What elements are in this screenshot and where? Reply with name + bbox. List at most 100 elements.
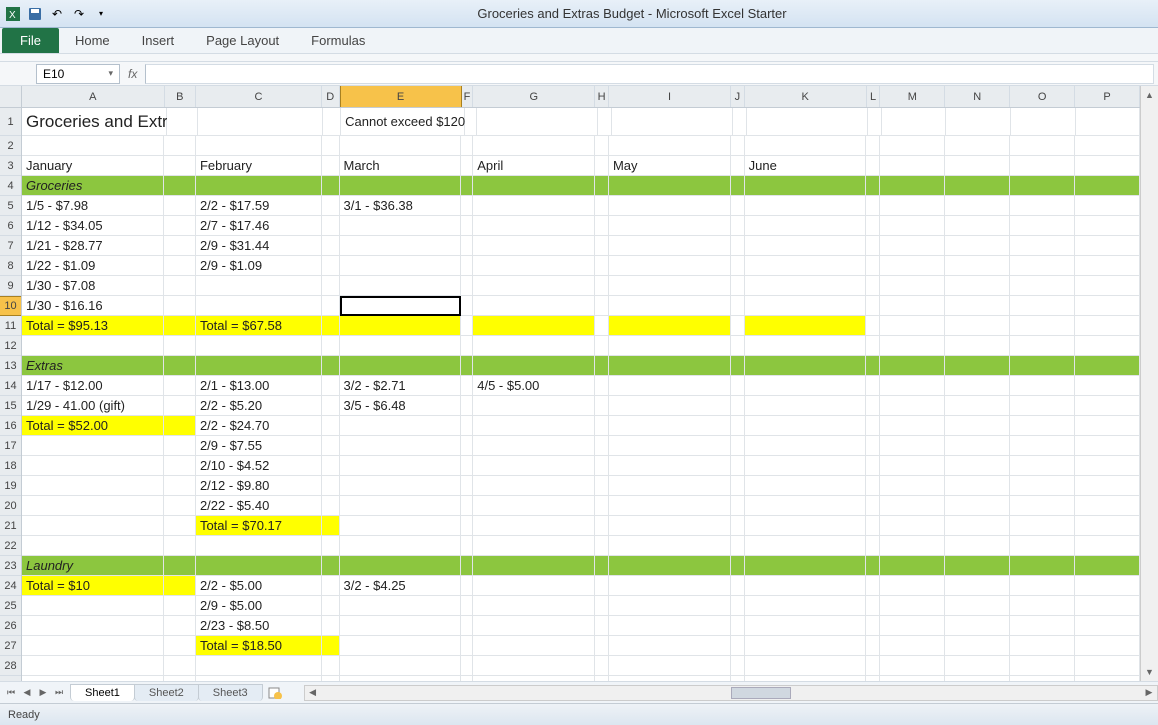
cell-F29[interactable] [461, 676, 473, 681]
cell-L22[interactable] [866, 536, 880, 556]
cell-B10[interactable] [164, 296, 196, 316]
cell-A21[interactable] [22, 516, 164, 536]
cell-J3[interactable] [731, 156, 745, 176]
cell-L3[interactable] [866, 156, 880, 176]
cell-E4[interactable] [340, 176, 462, 196]
cell-D26[interactable] [322, 616, 340, 636]
qat-dropdown-icon[interactable]: ▾ [92, 5, 110, 23]
cell-J19[interactable] [731, 476, 745, 496]
cell-H7[interactable] [595, 236, 609, 256]
cell-N19[interactable] [945, 476, 1010, 496]
cell-L11[interactable] [866, 316, 880, 336]
row-header-18[interactable]: 18 [0, 456, 21, 476]
cell-P1[interactable] [1076, 108, 1141, 136]
cell-E25[interactable] [340, 596, 462, 616]
cell-K24[interactable] [745, 576, 867, 596]
cell-G18[interactable] [473, 456, 595, 476]
cell-J10[interactable] [731, 296, 745, 316]
cell-F7[interactable] [461, 236, 473, 256]
col-header-M[interactable]: M [880, 86, 945, 107]
formula-input[interactable] [145, 64, 1154, 84]
cell-L10[interactable] [866, 296, 880, 316]
cell-P17[interactable] [1075, 436, 1140, 456]
cell-C10[interactable] [196, 296, 322, 316]
cell-A13[interactable]: Extras [22, 356, 164, 376]
cell-A9[interactable]: 1/30 - $7.08 [22, 276, 164, 296]
cell-G15[interactable] [473, 396, 595, 416]
cell-I24[interactable] [609, 576, 731, 596]
cell-A5[interactable]: 1/5 - $7.98 [22, 196, 164, 216]
cell-L2[interactable] [866, 136, 880, 156]
cell-F28[interactable] [461, 656, 473, 676]
cell-I16[interactable] [609, 416, 731, 436]
cell-O25[interactable] [1010, 596, 1075, 616]
excel-icon[interactable]: X [4, 5, 22, 23]
cell-E5[interactable]: 3/1 - $36.38 [340, 196, 462, 216]
cell-K29[interactable] [745, 676, 867, 681]
cell-F27[interactable] [461, 636, 473, 656]
cell-K3[interactable]: June [745, 156, 867, 176]
cell-G25[interactable] [473, 596, 595, 616]
cell-J12[interactable] [731, 336, 745, 356]
cell-P14[interactable] [1075, 376, 1140, 396]
cell-C20[interactable]: 2/22 - $5.40 [196, 496, 322, 516]
cell-E29[interactable] [340, 676, 462, 681]
cell-K18[interactable] [745, 456, 867, 476]
cell-M29[interactable] [880, 676, 945, 681]
cell-D11[interactable] [322, 316, 340, 336]
cell-K20[interactable] [745, 496, 867, 516]
cell-D13[interactable] [322, 356, 340, 376]
cell-H3[interactable] [595, 156, 609, 176]
cell-I29[interactable] [609, 676, 731, 681]
cell-C12[interactable] [196, 336, 322, 356]
cell-K14[interactable] [745, 376, 867, 396]
cell-G5[interactable] [473, 196, 595, 216]
cell-I12[interactable] [609, 336, 731, 356]
cell-N27[interactable] [945, 636, 1010, 656]
cell-J14[interactable] [731, 376, 745, 396]
row-header-2[interactable]: 2 [0, 136, 21, 156]
cell-I20[interactable] [609, 496, 731, 516]
cell-D6[interactable] [322, 216, 340, 236]
row-header-25[interactable]: 25 [0, 596, 21, 616]
cell-K1[interactable] [747, 108, 868, 136]
cell-D22[interactable] [322, 536, 340, 556]
save-icon[interactable] [26, 5, 44, 23]
cell-E1[interactable]: Cannot exceed $120 for Groceries, $100 f… [341, 108, 465, 136]
cell-D25[interactable] [322, 596, 340, 616]
cell-D15[interactable] [322, 396, 340, 416]
col-header-A[interactable]: A [22, 86, 165, 107]
cell-D4[interactable] [322, 176, 340, 196]
cell-M21[interactable] [880, 516, 945, 536]
cell-J29[interactable] [731, 676, 745, 681]
cell-M14[interactable] [880, 376, 945, 396]
cell-C8[interactable]: 2/9 - $1.09 [196, 256, 322, 276]
cell-G11[interactable] [473, 316, 595, 336]
cell-H28[interactable] [595, 656, 609, 676]
cell-H26[interactable] [595, 616, 609, 636]
cell-K17[interactable] [745, 436, 867, 456]
cell-G22[interactable] [473, 536, 595, 556]
cell-E14[interactable]: 3/2 - $2.71 [340, 376, 462, 396]
cell-B4[interactable] [164, 176, 196, 196]
cell-L15[interactable] [866, 396, 880, 416]
cell-L27[interactable] [866, 636, 880, 656]
cell-L17[interactable] [866, 436, 880, 456]
cell-K16[interactable] [745, 416, 867, 436]
cell-O28[interactable] [1010, 656, 1075, 676]
cell-L23[interactable] [866, 556, 880, 576]
cell-E23[interactable] [340, 556, 462, 576]
cell-C7[interactable]: 2/9 - $31.44 [196, 236, 322, 256]
cell-P10[interactable] [1075, 296, 1140, 316]
cell-K28[interactable] [745, 656, 867, 676]
cell-G8[interactable] [473, 256, 595, 276]
cell-C22[interactable] [196, 536, 322, 556]
cell-F24[interactable] [461, 576, 473, 596]
cell-H17[interactable] [595, 436, 609, 456]
cell-K26[interactable] [745, 616, 867, 636]
cell-P27[interactable] [1075, 636, 1140, 656]
cell-M7[interactable] [880, 236, 945, 256]
cell-K12[interactable] [745, 336, 867, 356]
tab-formulas[interactable]: Formulas [295, 28, 381, 53]
cell-O26[interactable] [1010, 616, 1075, 636]
